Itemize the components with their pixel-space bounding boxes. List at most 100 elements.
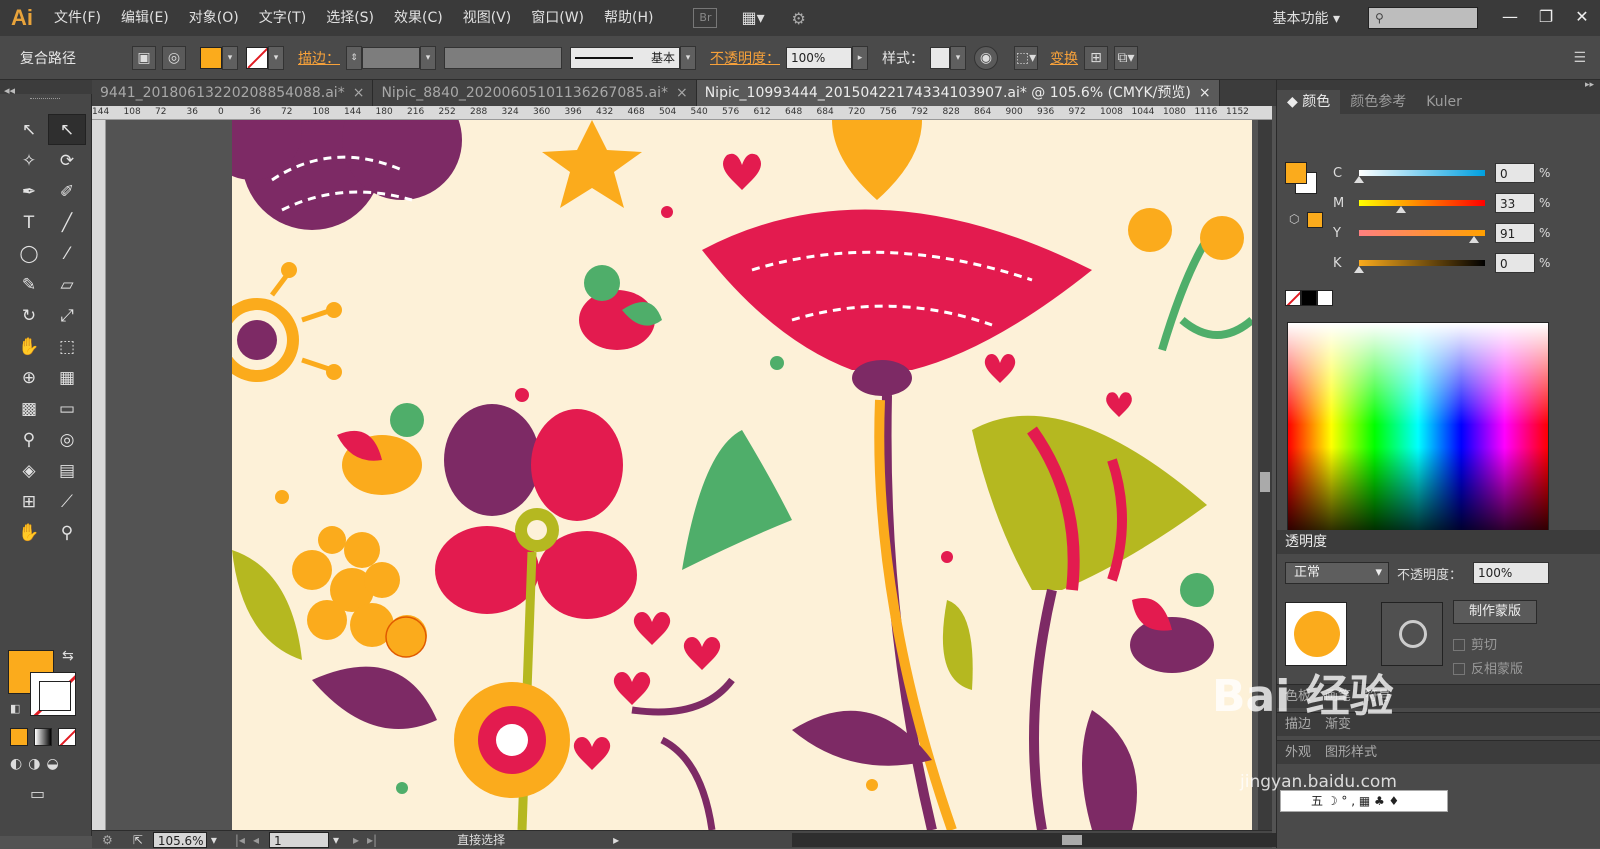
mask-thumbnail[interactable] [1381, 602, 1443, 666]
paintbrush-tool-icon[interactable]: ⁄ [48, 238, 86, 269]
toolbar-grip[interactable] [30, 98, 60, 102]
type-tool-icon[interactable]: T [10, 207, 48, 238]
invert-mask-checkbox[interactable]: 反相蒙版 [1453, 658, 1523, 677]
color-spectrum[interactable] [1287, 322, 1549, 550]
export-icon[interactable]: ⇱ [133, 833, 143, 847]
isolate-icon[interactable]: ▣ [132, 45, 156, 70]
transform-label[interactable]: 变换 [1050, 48, 1078, 68]
close-tab-icon[interactable]: × [353, 85, 365, 101]
swap-colors-icon[interactable]: ⇆ [62, 648, 74, 664]
channel-value-field[interactable]: 33 [1495, 193, 1535, 213]
slider-knob[interactable] [1395, 206, 1406, 213]
object-thumbnail[interactable] [1285, 602, 1347, 666]
zoom-field[interactable]: 105.6% [152, 831, 207, 848]
white-swatch[interactable] [1317, 290, 1333, 306]
status-menu-icon[interactable]: ▸ [613, 833, 619, 847]
artboard-nav-icon[interactable]: ⚙ [102, 833, 113, 847]
free-transform-tool-icon[interactable]: ⬚ [48, 331, 86, 362]
in-gamut-swatch[interactable] [1307, 212, 1323, 228]
close-tab-icon[interactable]: × [676, 85, 688, 101]
channel-slider[interactable] [1359, 230, 1485, 243]
none-swatch[interactable] [1285, 290, 1301, 306]
channel-value-field[interactable]: 91 [1495, 223, 1535, 243]
stroke-color-box[interactable] [30, 672, 76, 716]
close-tab-icon[interactable]: × [1199, 85, 1211, 101]
rotate-tool-icon[interactable]: ↻ [10, 300, 48, 331]
close-button[interactable]: ✕ [1564, 6, 1600, 30]
horizontal-scroll-thumb[interactable] [1062, 835, 1082, 845]
none-mode-icon[interactable] [58, 728, 76, 746]
draw-normal-icon[interactable]: ◐ [10, 756, 22, 772]
artboard-field[interactable]: 1 [268, 831, 329, 848]
canvas-area[interactable] [106, 120, 1272, 830]
menu-item-2[interactable]: 对象(O) [179, 0, 249, 36]
scale-tool-icon[interactable]: ⤢ [48, 300, 86, 331]
opacity-dropdown[interactable]: ▸ [852, 45, 868, 70]
slider-knob[interactable] [1354, 176, 1364, 183]
artboard-illustration[interactable] [232, 120, 1252, 830]
make-mask-button[interactable]: 制作蒙版 [1453, 600, 1537, 624]
menu-item-3[interactable]: 文字(T) [249, 0, 316, 36]
variable-width-field[interactable] [444, 46, 562, 69]
selection-tool-icon[interactable]: ↖ [10, 114, 48, 145]
bridge-button[interactable]: Br [693, 8, 718, 28]
color-tab-0[interactable]: ◆ 颜色 [1277, 90, 1341, 114]
gradient-tool-icon[interactable]: ▭ [48, 393, 86, 424]
recolor-icon[interactable]: ◉ [974, 45, 998, 70]
magic-wand-tool-icon[interactable]: ✧ [10, 145, 48, 176]
document-tab-1[interactable]: Nipic_8840_20200605101136267085.ai* × [373, 80, 697, 106]
artboard-dropdown-icon[interactable]: ▾ [333, 833, 339, 847]
fill-swatch[interactable] [200, 46, 222, 69]
channel-slider[interactable] [1354, 170, 1485, 183]
panel-tab-label[interactable]: 外观 [1285, 745, 1311, 760]
color-tab-2[interactable]: Kuler [1416, 90, 1472, 114]
transparency-opacity-field[interactable]: 100% [1473, 562, 1549, 584]
stroke-weight-dropdown[interactable]: ▾ [420, 45, 436, 70]
document-tab-0[interactable]: 9441_20180613220208854088.ai* × [92, 80, 374, 106]
eraser-tool-icon[interactable]: ▱ [48, 269, 86, 300]
black-swatch[interactable] [1301, 290, 1317, 306]
style-dropdown[interactable]: ▾ [950, 45, 966, 70]
align-icon[interactable]: ⬚▾ [1014, 45, 1038, 70]
transform-icon[interactable]: ⊞ [1084, 45, 1108, 70]
menu-item-0[interactable]: 文件(F) [44, 0, 111, 36]
stroke-dropdown[interactable]: ▾ [268, 45, 284, 70]
channel-value-field[interactable]: 0 [1495, 253, 1535, 273]
hand-tool-icon[interactable]: ✋ [10, 517, 48, 548]
line-tool-icon[interactable]: ╱ [48, 207, 86, 238]
gradient-mode-icon[interactable] [34, 728, 52, 746]
menu-item-5[interactable]: 效果(C) [384, 0, 453, 36]
gpu-performance-icon[interactable]: ⚙ [791, 9, 805, 28]
draw-inside-icon[interactable]: ◒ [46, 756, 58, 772]
lasso-tool-icon[interactable]: ⟳ [48, 145, 86, 176]
stroke-weight-field[interactable] [362, 46, 420, 69]
curvature-tool-icon[interactable]: ✐ [48, 176, 86, 207]
document-tab-2[interactable]: Nipic_10993444_20150422174334103907.ai* … [696, 80, 1220, 106]
opacity-label[interactable]: 不透明度： [710, 48, 780, 68]
style-swatch[interactable] [930, 46, 950, 69]
horizontal-scrollbar[interactable] [792, 833, 1352, 847]
color-mode-icon[interactable] [10, 728, 28, 746]
arrange-documents-icon[interactable]: ▦▾ [741, 8, 775, 28]
blend-mode-select[interactable]: 正常 ▾ [1285, 562, 1389, 584]
pencil-tool-icon[interactable]: ✎ [10, 269, 48, 300]
next-artboard-icon[interactable]: ▸ [353, 833, 359, 847]
channel-slider[interactable] [1354, 260, 1485, 273]
stroke-swatch[interactable] [246, 46, 268, 69]
panel-tab-label[interactable]: 图形样式 [1325, 745, 1377, 760]
fill-mini-front[interactable] [1285, 162, 1307, 184]
collapsed-panel-2[interactable]: 外观 图形样式 [1277, 740, 1600, 764]
vertical-scroll-thumb[interactable] [1260, 472, 1270, 492]
stroke-label[interactable]: 描边： [298, 48, 340, 68]
clip-checkbox[interactable]: 剪切 [1453, 634, 1497, 653]
brush-dropdown[interactable]: ▾ [680, 45, 696, 70]
menu-item-7[interactable]: 窗口(W) [521, 0, 594, 36]
cube-icon[interactable]: ⬡ [1289, 212, 1299, 226]
target-icon[interactable]: ◎ [162, 45, 186, 70]
screen-mode-icon[interactable]: ▭ [30, 784, 45, 803]
blend-tool-icon[interactable]: ◎ [48, 424, 86, 455]
opacity-field[interactable]: 100% [786, 46, 852, 69]
restore-button[interactable]: ❐ [1528, 6, 1564, 30]
prev-artboard-icon[interactable]: ◂ [253, 833, 259, 847]
fill-dropdown[interactable]: ▾ [222, 45, 238, 70]
